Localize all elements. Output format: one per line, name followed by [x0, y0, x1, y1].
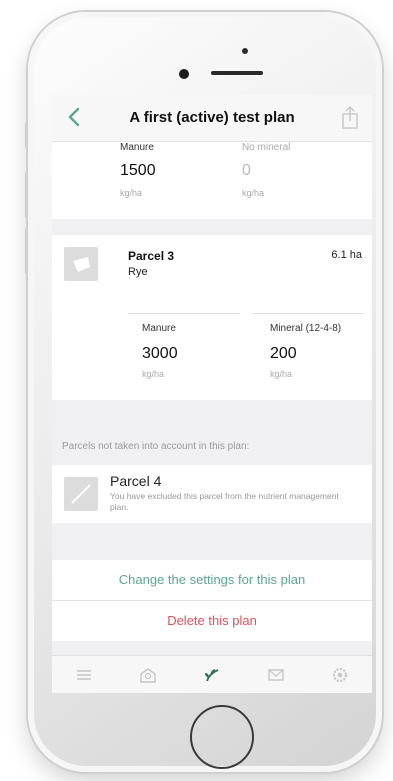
fertilizer-1-value: 3000 — [142, 345, 178, 362]
back-button[interactable] — [62, 104, 88, 130]
excluded-parcels-heading: Parcels not taken into account in this p… — [62, 441, 250, 452]
farm-icon — [140, 668, 156, 683]
change-settings-button[interactable]: Change the settings for this plan — [52, 560, 372, 600]
tab-plants[interactable] — [192, 660, 232, 690]
fertilizer-2-unit: kg/ha — [242, 188, 265, 198]
fertilizer-2-label: Mineral (12-4-8) — [270, 323, 342, 334]
proximity-sensor — [242, 48, 248, 54]
tab-menu[interactable] — [64, 660, 104, 690]
menu-icon — [77, 670, 91, 680]
chevron-left-icon — [68, 107, 80, 127]
divider — [252, 313, 364, 314]
tab-farm[interactable] — [128, 660, 168, 690]
app-screen: A first (active) test plan Manure No min… — [52, 95, 372, 693]
mail-icon — [268, 669, 284, 681]
fertilizer-2-value: 200 — [270, 345, 297, 362]
fertilizer-1-label: Manure — [120, 142, 154, 153]
tab-bar — [52, 655, 372, 693]
share-button[interactable] — [338, 105, 362, 131]
fertilizer-1-value: 1500 — [120, 162, 156, 179]
parcel-exclusion-note: You have excluded this parcel from the n… — [110, 491, 339, 512]
volume-down-button — [25, 228, 28, 274]
settings-icon — [332, 667, 348, 683]
mute-switch — [25, 122, 28, 148]
earpiece-speaker — [211, 71, 263, 75]
tab-messages[interactable] — [256, 660, 296, 690]
parcel-card-3[interactable]: Parcel 3 Rye 6.1 ha Manure Mineral (12-4… — [52, 235, 372, 400]
parcel-crop: Rye — [128, 266, 148, 278]
fertilizer-1-unit: kg/ha — [142, 369, 165, 379]
parcel-card-previous: Manure No mineral 1500 0 kg/ha kg/ha — [52, 142, 372, 219]
share-icon — [342, 105, 358, 129]
home-button[interactable] — [190, 705, 254, 769]
front-camera — [179, 69, 189, 79]
fertilizer-2-unit: kg/ha — [270, 369, 293, 379]
delete-plan-button[interactable]: Delete this plan — [52, 601, 372, 641]
parcel-name: Parcel 4 — [110, 473, 162, 489]
divider — [128, 313, 240, 314]
parcel-name: Parcel 3 — [128, 249, 175, 263]
fertilizer-2-label: No mineral — [242, 142, 291, 153]
volume-up-button — [25, 172, 28, 218]
excluded-parcel-icon — [64, 477, 98, 511]
navigation-bar: A first (active) test plan — [52, 95, 372, 142]
plant-icon — [205, 669, 219, 682]
fertilizer-2-value: 0 — [242, 162, 251, 179]
parcel-map-icon — [64, 247, 98, 281]
parcel-area: 6.1 ha — [331, 249, 362, 261]
parcel-card-4[interactable]: Parcel 4 You have excluded this parcel f… — [52, 465, 372, 523]
fertilizer-1-label: Manure — [142, 323, 176, 334]
tab-settings[interactable] — [320, 660, 360, 690]
page-title: A first (active) test plan — [129, 109, 295, 126]
fertilizer-1-unit: kg/ha — [120, 188, 143, 198]
